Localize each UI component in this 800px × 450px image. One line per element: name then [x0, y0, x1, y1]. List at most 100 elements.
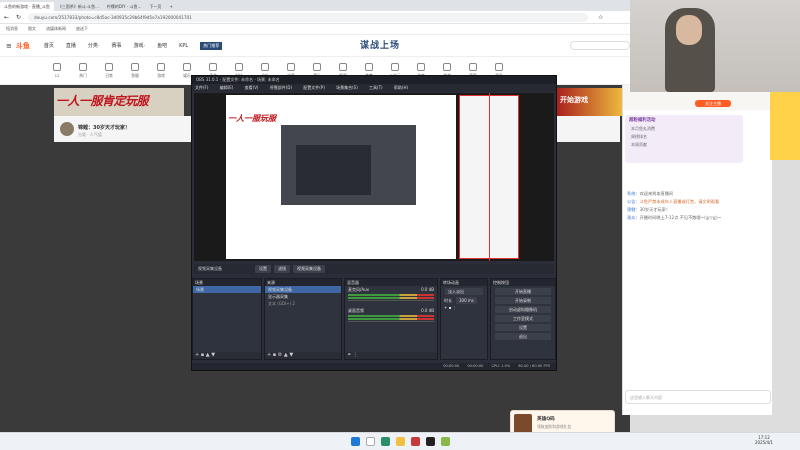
- category-item[interactable]: 鱼塘: [122, 62, 148, 79]
- obs-title: OBS 31.0.1 - 配置文件: 未命名 - 场景: 未命名: [192, 76, 556, 84]
- bookmark-item[interactable]: 图文: [28, 26, 36, 32]
- system-clock[interactable]: 17:12 2025/4/1: [755, 435, 773, 445]
- obs-preview-canvas[interactable]: 一人一服玩服 预览画面: [194, 93, 762, 261]
- search-input[interactable]: [570, 41, 630, 50]
- category-item[interactable]: 热门: [70, 62, 96, 79]
- add-icon[interactable]: +: [195, 352, 199, 358]
- down-icon[interactable]: ▼: [289, 352, 293, 358]
- volume-slider[interactable]: [348, 300, 434, 301]
- studio-mode-button[interactable]: 工作室模式: [495, 315, 551, 322]
- volume-meter: [348, 318, 434, 320]
- url-input[interactable]: douyu.com/2517833/photo=c8d5ac-3d0935c29…: [28, 13, 588, 22]
- gift-subtitle: 领取皮肤和游戏礼包: [537, 424, 572, 429]
- category-label: 热门: [79, 72, 87, 78]
- trash-icon[interactable]: ▪: [273, 352, 276, 358]
- browser-tab-bar: 斗鱼的新游戏 · 直播_斗鱼 《三国杀》新斗·斗鱼... 柠檬的DIY - 斗鱼…: [0, 0, 630, 11]
- down-icon[interactable]: ▼: [211, 352, 215, 358]
- obs-menu-docks[interactable]: 停靠部件(D): [270, 85, 292, 90]
- category-item[interactable]: 12: [44, 63, 70, 78]
- nav-fishbar[interactable]: 鱼吧: [157, 42, 167, 49]
- more-icon: [495, 62, 503, 71]
- bookmark-item[interactable]: 短消息: [6, 26, 18, 32]
- obs-menu-profile[interactable]: 配置文件(P): [303, 85, 325, 90]
- source-item[interactable]: 文本 (GDI+) 2: [265, 300, 341, 307]
- follow-button[interactable]: 关注主播: [695, 100, 731, 107]
- volume-slider[interactable]: [348, 321, 434, 322]
- add-icon[interactable]: +: [444, 305, 447, 310]
- settings-button[interactable]: 设置: [495, 324, 551, 331]
- duration-input[interactable]: 300 ms: [456, 297, 477, 304]
- sport-icon: [417, 62, 425, 71]
- link-icon[interactable]: ⚭: [347, 352, 351, 358]
- start-streaming-button[interactable]: 开始直播: [495, 288, 551, 295]
- nav-kpl[interactable]: KPL: [179, 43, 188, 49]
- controls-dock: 控制按钮 开始直播 开始录制 启动虚拟摄像机 工作室模式 设置 退出: [490, 278, 556, 360]
- hot-badge[interactable]: 热门推荐: [200, 41, 223, 50]
- chrome-icon[interactable]: [440, 437, 450, 446]
- fan-benefit-card[interactable]: 超粉福利活动 本月鱼丸消费 周榜排名 本周贡献: [625, 115, 743, 163]
- obs-menu-help[interactable]: 帮助(H): [394, 85, 408, 90]
- add-icon[interactable]: +: [267, 352, 271, 358]
- bookmark-item[interactable]: 放送下: [76, 26, 88, 32]
- bookmark-item[interactable]: 流媒体新闻: [46, 26, 66, 32]
- streamer-avatar[interactable]: [60, 122, 74, 136]
- more-icon[interactable]: ⋮: [353, 352, 358, 358]
- browser-tab[interactable]: 下一页: [145, 2, 165, 11]
- obs-menu-file[interactable]: 文件(F): [195, 85, 208, 90]
- nav-games[interactable]: 游戏·: [134, 42, 146, 49]
- streamer-title: 锦鲤：30岁天才玩家！: [78, 125, 130, 131]
- side-promo[interactable]: [770, 80, 800, 160]
- play-game-button[interactable]: 开始游戏: [560, 95, 588, 105]
- source-item[interactable]: 显示器采集: [265, 293, 341, 300]
- folder-icon[interactable]: [395, 437, 405, 446]
- site-logo[interactable]: 斗鱼: [16, 41, 30, 51]
- new-tab-button[interactable]: +: [165, 2, 176, 11]
- gear-icon[interactable]: ⚙: [278, 352, 282, 358]
- nav-home[interactable]: 首页: [44, 42, 54, 49]
- up-icon[interactable]: ▲: [206, 352, 210, 358]
- store-icon[interactable]: [410, 437, 420, 446]
- nested-capture-inner2: [296, 145, 371, 195]
- back-icon[interactable]: ←: [4, 14, 9, 21]
- exit-button[interactable]: 退出: [495, 333, 551, 340]
- start-recording-button[interactable]: 开始录制: [495, 297, 551, 304]
- edge-icon[interactable]: [380, 437, 390, 446]
- webcam-face: [676, 15, 702, 45]
- scene-item[interactable]: 场景: [193, 286, 261, 293]
- device-select[interactable]: 视频采集设备: [293, 265, 325, 273]
- source-item[interactable]: 视频采集设备: [265, 286, 341, 293]
- browser-tab[interactable]: 斗鱼的新游戏 · 直播_斗鱼: [0, 2, 54, 11]
- obs-menu-tools[interactable]: 工具(T): [369, 85, 383, 90]
- obs-menu-scene-collection[interactable]: 场景集合(S): [336, 85, 358, 90]
- nav-live[interactable]: 直播: [66, 42, 76, 49]
- menu-icon[interactable]: ≡: [6, 42, 12, 50]
- nav-category[interactable]: 分类·: [88, 42, 100, 49]
- source-filters-button[interactable]: 滤镜: [274, 265, 290, 273]
- browser-tab[interactable]: 《三国杀》新斗·斗鱼...: [54, 2, 103, 11]
- obs-menu-view[interactable]: 查看(V): [245, 85, 259, 90]
- obs-menu-edit[interactable]: 编辑(E): [220, 85, 234, 90]
- browser-tab[interactable]: 柠檬的DIY - 斗鱼...: [103, 2, 146, 11]
- fan-card-row: 周榜排名: [631, 134, 647, 139]
- source-settings-button[interactable]: 设置: [255, 265, 271, 273]
- category-item[interactable]: 日常: [96, 62, 122, 79]
- refresh-icon[interactable]: ↻: [16, 14, 21, 21]
- nav-events[interactable]: 赛事: [112, 42, 122, 49]
- more-icon[interactable]: ⋮: [453, 305, 457, 310]
- bookmarks-bar: 短消息 图文 流媒体新闻 放送下: [0, 24, 630, 35]
- windows-icon[interactable]: [350, 437, 360, 446]
- obs-icon[interactable]: [425, 437, 435, 446]
- virtual-camera-button[interactable]: 启动虚拟摄像机: [495, 306, 551, 313]
- header-promo[interactable]: 谋战上场: [360, 38, 400, 51]
- star-icon[interactable]: ☆: [598, 14, 603, 21]
- up-icon[interactable]: ▲: [284, 352, 288, 358]
- trash-icon[interactable]: ▪: [201, 352, 204, 358]
- category-item[interactable]: 游戏: [148, 62, 174, 79]
- trash-icon[interactable]: ▪: [449, 305, 452, 310]
- search-icon[interactable]: [365, 437, 375, 446]
- transition-select[interactable]: 淡入淡出: [445, 288, 483, 295]
- chat-input[interactable]: 这里输入聊天内容: [625, 390, 771, 404]
- obs-menubar: 文件(F) 编辑(E) 查看(V) 停靠部件(D) 配置文件(P) 场景集合(S…: [192, 84, 556, 92]
- travel-icon: [443, 62, 451, 71]
- anime-icon: [391, 62, 399, 71]
